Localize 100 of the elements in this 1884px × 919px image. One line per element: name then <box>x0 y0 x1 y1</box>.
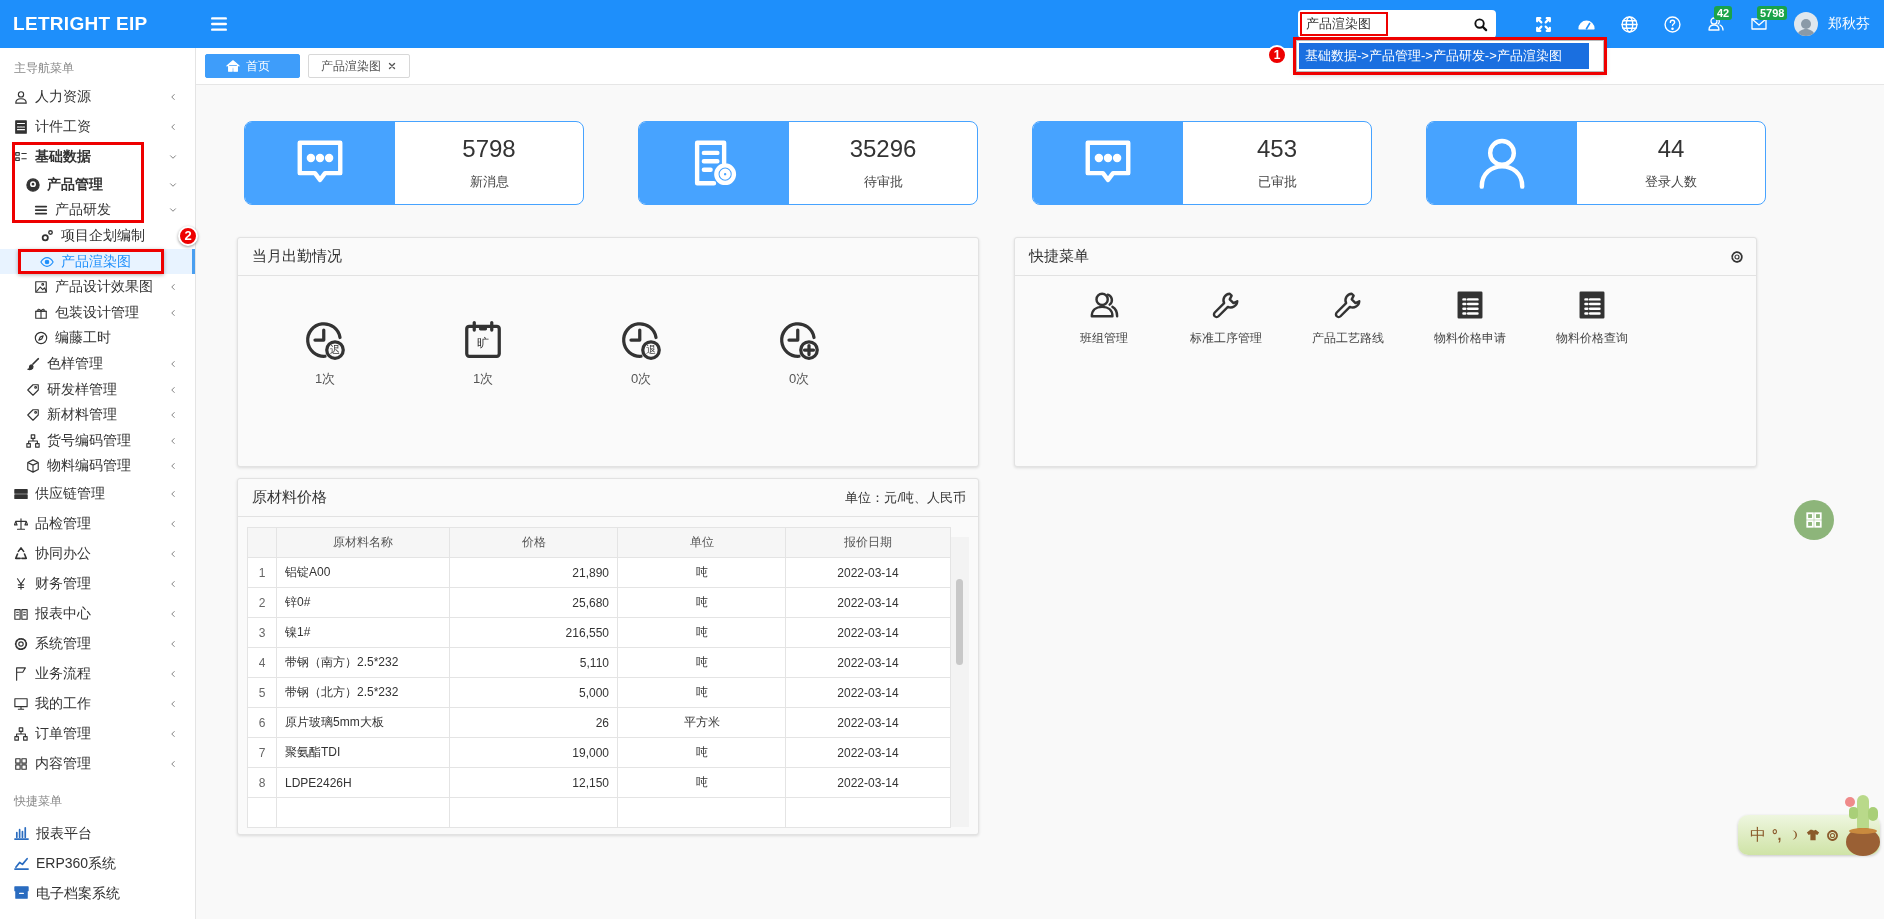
suggestion-item[interactable]: 基础数据->产品管理->产品研发->产品渲染图 <box>1299 43 1589 69</box>
menu-item[interactable]: 报表平台 <box>0 819 178 850</box>
shirt-icon <box>1805 828 1820 842</box>
column-header: 报价日期 <box>785 527 951 558</box>
menu-item[interactable]: ERP360系统 <box>0 849 178 880</box>
table-cell: 5,000 <box>449 677 618 708</box>
table-cell: 5,110 <box>449 647 618 678</box>
row-number: 1 <box>247 557 277 588</box>
tab[interactable]: 产品渲染图 <box>308 54 410 78</box>
punctuation-mode[interactable]: °, <box>1772 827 1782 843</box>
attendance-count: 0次 <box>629 370 653 388</box>
panel-title: 当月出勤情况 <box>252 247 342 266</box>
table-cell: 吨 <box>617 677 786 708</box>
row-number: 2 <box>247 587 277 618</box>
table-cell: 19,000 <box>449 737 618 768</box>
table-cell: 吨 <box>617 617 786 648</box>
menu-heading: 主导航菜单 <box>13 60 75 77</box>
menu-item[interactable]: 报表中心 <box>0 599 178 630</box>
stat-card[interactable]: 35296 待审批 <box>638 121 978 205</box>
settings-icon[interactable] <box>1730 249 1744 264</box>
user-avatar[interactable] <box>1794 12 1818 36</box>
menu-item[interactable]: 物料编码管理 <box>0 453 178 480</box>
annotation-marker: 2 <box>178 225 198 246</box>
annotation-marker: 1 <box>1267 45 1287 65</box>
shortcut-item[interactable]: 班组管理 <box>1043 290 1165 347</box>
chevron-down-icon <box>168 152 178 162</box>
shortcut-item[interactable]: 物料价格申请 <box>1409 290 1531 347</box>
circle-icon <box>26 177 40 192</box>
table-cell: 吨 <box>617 647 786 678</box>
shortcut-item[interactable]: 物料价格查询 <box>1531 290 1653 347</box>
scrollbar[interactable] <box>950 537 969 827</box>
chevron-left-icon <box>168 307 178 318</box>
table-cell: 吨 <box>617 557 786 588</box>
menu-item[interactable]: 电子档案系统 <box>0 879 178 910</box>
icon-label: 旷 <box>476 335 490 351</box>
stat-card[interactable]: 44 登录人数 <box>1426 121 1766 205</box>
row-number: 6 <box>247 707 277 738</box>
menu-item[interactable]: 财务管理 <box>0 569 178 600</box>
clock-icon <box>621 320 661 360</box>
menu-item[interactable]: 我的工作 <box>0 689 178 720</box>
menu-item[interactable]: 业务流程 <box>0 659 178 690</box>
settings-icon <box>1825 828 1839 842</box>
table-cell: 原片玻璃5mm大板 <box>276 707 450 738</box>
image-icon <box>34 280 48 295</box>
close-icon <box>387 61 397 71</box>
stat-label: 已审批 <box>1257 173 1297 191</box>
shortcut-item[interactable]: 产品工艺路线 <box>1287 290 1409 347</box>
chevron-left-icon <box>168 639 178 650</box>
yen-icon <box>14 577 28 592</box>
clock-plus-icon <box>779 320 819 360</box>
menu-icon[interactable] <box>210 15 228 33</box>
input-mode[interactable]: 中 <box>1750 824 1766 846</box>
panel-title: 快捷菜单 <box>1029 247 1089 266</box>
sitemap-icon <box>14 727 28 742</box>
menu-item[interactable]: 产品管理 <box>0 172 178 198</box>
chevron-left-icon <box>168 699 178 710</box>
menu-item[interactable]: 供应链管理 <box>0 479 178 510</box>
recycle-icon <box>14 547 28 562</box>
attendance-count: 0次 <box>787 370 811 388</box>
stat-card[interactable]: 453 已审批 <box>1032 121 1372 205</box>
unit-note: 单位：元/吨、人民币 <box>845 488 966 507</box>
menu-item[interactable]: 系统管理 <box>0 629 178 660</box>
menu-item[interactable]: 订单管理 <box>0 719 178 750</box>
chevron-left-icon <box>168 759 178 770</box>
menu-item[interactable]: 产品研发 <box>0 197 178 224</box>
menu-item[interactable]: 基础数据 <box>0 142 178 172</box>
menu-item[interactable]: 项目企划编制 <box>0 223 178 249</box>
stat-value: 5798 <box>462 135 516 163</box>
line-chart-icon <box>14 855 29 871</box>
menu-item[interactable]: 品检管理 <box>0 509 178 540</box>
table-cell: 锌0# <box>276 587 450 618</box>
table-cell: 铝锭A00 <box>276 557 450 588</box>
menu-item[interactable]: 研发样管理 <box>0 376 178 403</box>
menu-item[interactable]: 编藤工时 <box>0 325 178 352</box>
search-field[interactable]: 产品渲染图 <box>1298 10 1496 38</box>
cactus-drawing <box>1844 793 1882 857</box>
chevron-left-icon <box>168 461 178 472</box>
menu-item[interactable]: 新材料管理 <box>0 402 178 428</box>
menu-item[interactable]: 协同办公 <box>0 539 178 570</box>
menu-item[interactable]: 货号编码管理 <box>0 427 178 454</box>
menu-item[interactable]: 内容管理 <box>0 749 178 780</box>
table-cell: 21,890 <box>449 557 618 588</box>
home-icon <box>226 59 240 73</box>
menu-item[interactable]: 计件工资 <box>0 112 178 142</box>
menu-item[interactable]: 色样管理 <box>0 351 178 377</box>
shortcut-item[interactable]: 标准工序管理 <box>1165 290 1287 347</box>
menu-item[interactable]: 产品设计效果图 <box>0 274 178 300</box>
stat-label: 待审批 <box>863 173 903 191</box>
archive-icon <box>14 885 29 901</box>
sitemap-icon <box>26 433 40 448</box>
attendance-count: 1次 <box>313 370 337 388</box>
menu-item[interactable]: 人力资源 <box>0 82 178 112</box>
menu-item[interactable]: 包装设计管理 <box>0 299 178 326</box>
stat-card[interactable]: 5798 新消息 <box>244 121 584 205</box>
row-number: 7 <box>247 737 277 768</box>
brush-icon <box>26 356 40 371</box>
icon-label: 退 <box>644 342 657 357</box>
grid-icon <box>1805 511 1823 529</box>
bar-chart-icon <box>14 825 29 841</box>
compass-icon <box>34 331 48 346</box>
